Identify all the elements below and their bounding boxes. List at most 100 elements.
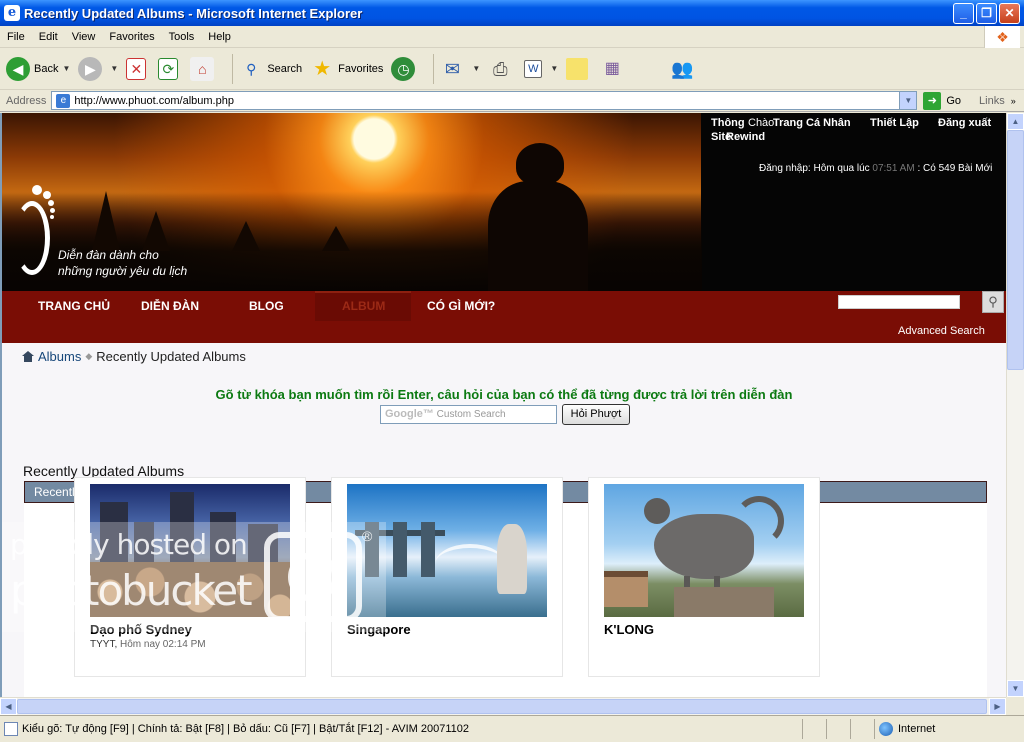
- edit-button[interactable]: W ▼: [524, 59, 558, 78]
- note-icon: [566, 57, 589, 80]
- address-bar: Address e http://www.phuot.com/album.php…: [0, 90, 1024, 112]
- search-button[interactable]: ⚲ Search: [239, 57, 302, 81]
- login-time: 07:51 AM: [872, 163, 915, 174]
- page-icon: e: [56, 93, 71, 108]
- traveler-silhouette: [488, 143, 588, 291]
- menu-view[interactable]: View: [65, 31, 103, 43]
- home-icon[interactable]: [22, 350, 35, 363]
- mail-dropdown-icon[interactable]: ▼: [472, 64, 480, 73]
- mail-button[interactable]: ✉ ▼: [440, 57, 480, 81]
- nav-home[interactable]: TRANG CHỦ: [38, 299, 110, 313]
- edit-dropdown-icon[interactable]: ▼: [550, 64, 558, 73]
- advanced-search-link[interactable]: Advanced Search: [898, 325, 985, 337]
- page-status-icon: [4, 722, 18, 736]
- breadcrumb: Albums ◆ Recently Updated Albums: [22, 349, 246, 364]
- status-message: Kiểu gõ: Tự động [F9] | Chính tả: Bật [F…: [22, 723, 470, 735]
- breadcrumb-separator-icon: ◆: [85, 351, 93, 361]
- security-zone[interactable]: Internet: [874, 719, 1024, 739]
- refresh-button[interactable]: ⟳: [158, 57, 182, 80]
- link-thong[interactable]: Thông: [711, 117, 745, 130]
- research-icon: ▦: [604, 59, 620, 77]
- vertical-scrollbar[interactable]: ▲ ▼: [1006, 113, 1024, 697]
- history-button[interactable]: ◷: [391, 56, 419, 81]
- scroll-up-icon[interactable]: ▲: [1007, 113, 1024, 130]
- album-meta: TYYT, Hôm nay 02:14 PM: [90, 639, 206, 650]
- minimize-button[interactable]: _: [953, 2, 974, 24]
- word-icon: W: [524, 59, 543, 78]
- menu-edit[interactable]: Edit: [32, 31, 65, 43]
- discuss-button[interactable]: [566, 57, 592, 80]
- links-toolbar[interactable]: Links: [979, 95, 1005, 107]
- print-button[interactable]: ⎙: [488, 57, 516, 81]
- nav-forum[interactable]: DIỄN ĐÀN: [141, 299, 199, 313]
- google-custom-search-input[interactable]: Google™ Custom Search: [380, 405, 557, 424]
- temple-silhouette: [92, 191, 120, 251]
- home-icon: ⌂: [190, 56, 215, 81]
- main-navigation: TRANG CHỦ DIỄN ĐÀN BLOG ALBUM CÓ GÌ MỚI?…: [2, 291, 1006, 343]
- nav-whats-new[interactable]: CÓ GÌ MỚI?: [427, 299, 495, 313]
- nav-blog[interactable]: BLOG: [249, 299, 284, 313]
- printer-icon: ⎙: [493, 58, 508, 79]
- toolbar-separator: [433, 53, 435, 84]
- forward-button[interactable]: ▶ ▼: [78, 56, 118, 81]
- slogan-line: những người yêu du lịch: [58, 264, 188, 278]
- scrollbar-corner: [1006, 697, 1024, 715]
- status-cell: [850, 719, 874, 739]
- site-search-input[interactable]: [838, 295, 960, 309]
- horizontal-scroll-thumb[interactable]: [17, 699, 987, 714]
- scroll-down-icon[interactable]: ▼: [1007, 680, 1024, 697]
- ask-button[interactable]: Hỏi Phượt: [562, 404, 630, 425]
- research-button[interactable]: ▦: [600, 57, 628, 81]
- forward-dropdown-icon[interactable]: ▼: [110, 64, 118, 73]
- link-settings[interactable]: Thiết Lập: [870, 117, 919, 130]
- address-input[interactable]: e http://www.phuot.com/album.php ▼: [51, 91, 918, 110]
- stop-icon: ✕: [126, 57, 147, 80]
- close-button[interactable]: ✕: [999, 2, 1020, 24]
- album-title[interactable]: K'LONG: [604, 622, 654, 637]
- history-icon: ◷: [391, 56, 416, 81]
- messenger-button[interactable]: 👥: [670, 57, 698, 81]
- menu-favorites[interactable]: Favorites: [102, 31, 161, 43]
- go-button[interactable]: ➜ Go: [923, 91, 961, 110]
- toolbar-separator: [232, 53, 234, 84]
- site-search-button[interactable]: ⚲: [982, 291, 1004, 313]
- footprint-logo-icon[interactable]: [10, 185, 55, 277]
- breadcrumb-albums[interactable]: Albums: [38, 349, 81, 364]
- home-button[interactable]: ⌂: [190, 56, 218, 81]
- links-chevron-icon[interactable]: »: [1011, 96, 1016, 106]
- vertical-scroll-thumb[interactable]: [1007, 130, 1024, 370]
- status-cell: [826, 719, 850, 739]
- album-thumbnail[interactable]: [604, 484, 804, 617]
- status-bar: Kiểu gõ: Tự động [F9] | Chính tả: Bật [F…: [0, 715, 1024, 742]
- album-card[interactable]: K'LONG: [588, 477, 820, 677]
- menu-file[interactable]: File: [0, 31, 32, 43]
- menu-bar: File Edit View Favorites Tools Help ❖: [0, 26, 1024, 48]
- link-logout[interactable]: Đăng xuất: [938, 117, 991, 130]
- temple-silhouette: [142, 211, 170, 251]
- menu-tools[interactable]: Tools: [162, 31, 202, 43]
- favorites-button[interactable]: ★ Favorites: [310, 57, 383, 81]
- scroll-left-icon[interactable]: ◀: [0, 698, 17, 715]
- back-dropdown-icon[interactable]: ▼: [62, 64, 70, 73]
- link-rewind[interactable]: Rewind: [726, 131, 765, 144]
- windows-logo-icon: ❖: [984, 26, 1020, 48]
- internet-explorer-icon: e: [4, 5, 20, 21]
- google-placeholder: Custom Search: [436, 409, 506, 420]
- greeting-text: Chào: [748, 117, 775, 129]
- address-dropdown-icon[interactable]: ▼: [899, 92, 917, 109]
- back-button[interactable]: ◀ Back ▼: [6, 56, 70, 81]
- nav-album[interactable]: ALBUM: [342, 299, 385, 313]
- google-brand: Google™: [385, 408, 434, 420]
- scroll-right-icon[interactable]: ▶: [989, 698, 1006, 715]
- go-arrow-icon: ➜: [923, 91, 942, 110]
- address-url[interactable]: http://www.phuot.com/album.php: [74, 95, 234, 107]
- search-label: Search: [267, 62, 303, 75]
- watermark-line: photobucket: [10, 566, 253, 615]
- link-profile[interactable]: Trang Cá Nhân: [773, 117, 851, 130]
- photobucket-watermark: proudly hosted on photobucket ®: [2, 522, 386, 632]
- maximize-button[interactable]: ❐: [976, 2, 997, 24]
- horizontal-scrollbar[interactable]: ◀ ▶: [0, 697, 1006, 715]
- album-owner[interactable]: TYYT: [90, 639, 114, 650]
- stop-button[interactable]: ✕: [126, 57, 150, 80]
- menu-help[interactable]: Help: [201, 31, 238, 43]
